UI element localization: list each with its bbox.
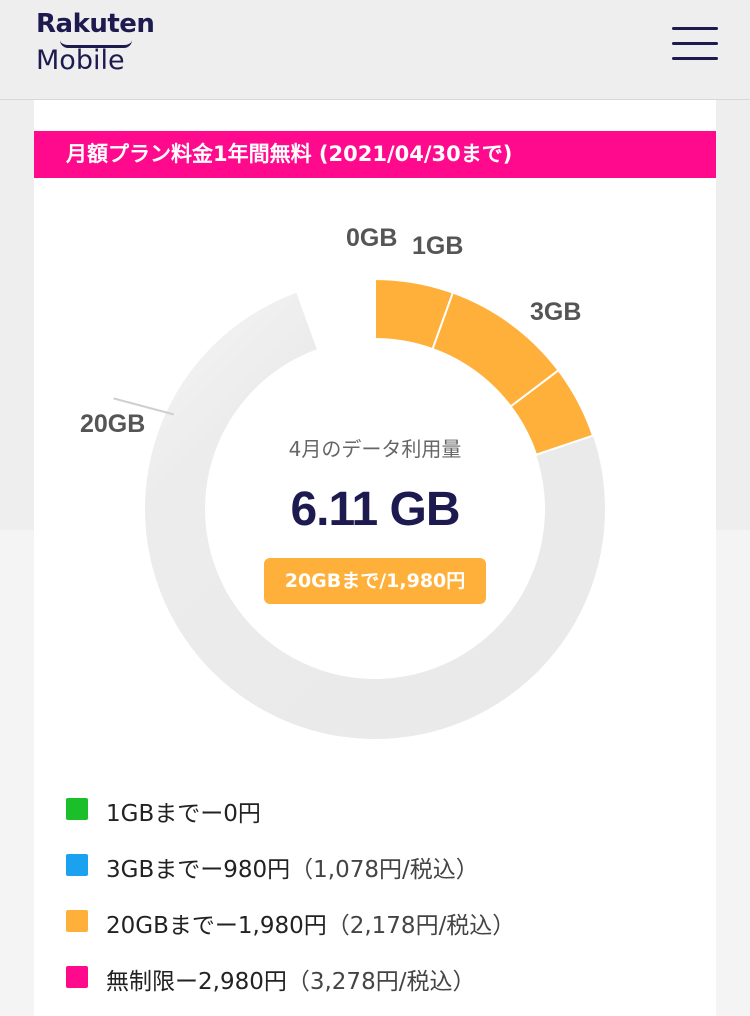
usage-card: 月額プラン料金1年間無料 (2021/04/30まで) 0GB 1GB 3GB … [34, 100, 716, 1016]
legend-swatch [66, 798, 88, 820]
logo-mobile-text: Mobile [36, 45, 125, 76]
legend-swatch [66, 966, 88, 988]
legend-swatch [66, 910, 88, 932]
legend-label: 3GBまでー980円 [106, 857, 291, 883]
tick-label-1gb: 1GB [412, 232, 464, 260]
tick-label-20gb: 20GB [80, 410, 146, 438]
legend-note: （3,278円/税込） [286, 969, 476, 995]
plan-tier-badge: 20GBまで/1,980円 [264, 558, 486, 604]
legend-note: （1,078円/税込） [290, 857, 479, 883]
app-header: Rakuten Mobile [0, 0, 750, 100]
menu-line [672, 57, 718, 60]
hamburger-menu-icon[interactable] [672, 24, 718, 64]
legend-label: 20GBまでー1,980円 [106, 913, 327, 939]
menu-line [672, 42, 718, 45]
legend-swatch [66, 854, 88, 876]
legend-label: 1GBまでー0円 [106, 801, 261, 827]
usage-caption: 4月のデータ利用量 [288, 437, 462, 461]
tick-label-3gb: 3GB [530, 298, 582, 326]
legend-note: （2,178円/税込） [326, 913, 516, 939]
menu-line [672, 27, 718, 30]
usage-value: 6.11 GB [290, 483, 460, 536]
legend-label: 無制限ー2,980円 [106, 969, 287, 995]
tick-label-0gb: 0GB [346, 224, 398, 252]
logo-rakuten-text: Rakuten [36, 9, 155, 39]
